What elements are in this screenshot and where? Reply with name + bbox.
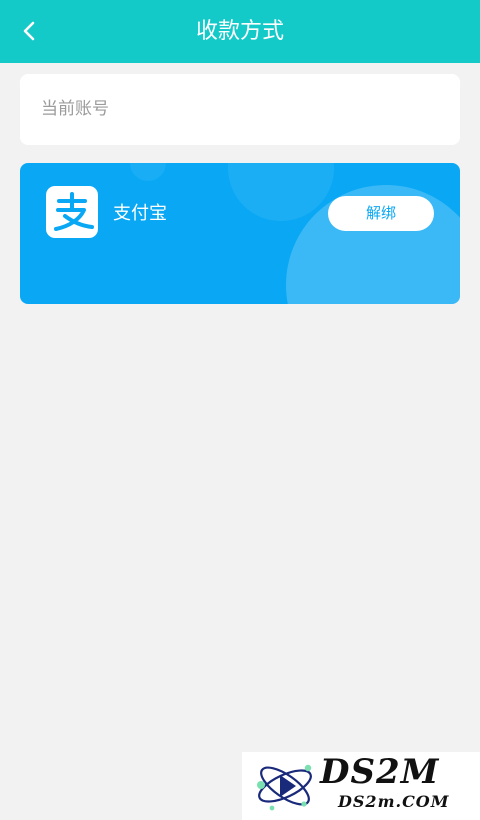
watermark: DS2M DS2m.COM — [242, 752, 480, 820]
alipay-logo-icon — [46, 186, 98, 238]
page-title: 收款方式 — [195, 19, 284, 44]
unbind-button[interactable]: 解绑 — [328, 196, 434, 231]
decor-circle — [130, 163, 166, 181]
current-account-card: 当前账号 — [20, 74, 460, 145]
alipay-name: 支付宝 — [113, 203, 167, 224]
alipay-card: 支付宝 解绑 — [20, 163, 460, 304]
watermark-domain: DS2m.COM — [338, 792, 450, 811]
top-bar: 收款方式 — [0, 0, 480, 63]
atom-logo-icon — [257, 764, 312, 811]
watermark-brand: DS2M — [320, 752, 440, 792]
current-account-label: 当前账号 — [41, 99, 109, 119]
